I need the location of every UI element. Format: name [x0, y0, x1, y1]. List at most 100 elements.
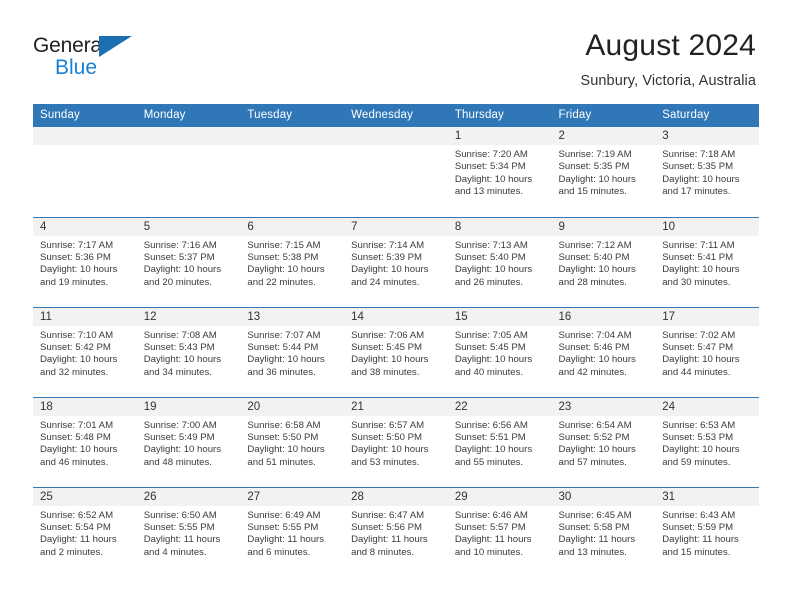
calendar-day-cell[interactable]: 31 Sunrise: 6:43 AM Sunset: 5:59 PM Dayligh…	[655, 486, 759, 577]
calendar-day-cell[interactable]: 12 Sunrise: 7:08 AM Sunset: 5:43 PM Dayligh…	[136, 306, 241, 397]
day-details: Sunrise: 6:45 AM Sunset: 5:58 PM Daylight:…	[552, 506, 656, 560]
day-details: Sunrise: 6:52 AM Sunset: 5:54 PM Daylight:…	[33, 506, 137, 560]
day-number: 23	[551, 397, 656, 416]
day-details: Sunrise: 7:07 AM Sunset: 5:44 PM Daylight:…	[240, 326, 344, 380]
day-number: 24	[655, 397, 759, 416]
day-number: 5	[136, 217, 241, 236]
calendar-day-cell[interactable]: 30 Sunrise: 6:45 AM Sunset: 5:58 PM Dayligh…	[551, 486, 656, 577]
daylight-duration: Daylight: 11 hours and 2 minutes.	[40, 534, 117, 558]
calendar-day-cell[interactable]: 28 Sunrise: 6:47 AM Sunset: 5:56 PM Dayligh…	[344, 486, 448, 577]
calendar-day-cell[interactable]: 11 Sunrise: 7:10 AM Sunset: 5:42 PM Dayligh…	[33, 306, 137, 397]
calendar-day-cell[interactable]: 29 Sunrise: 6:46 AM Sunset: 5:57 PM Dayligh…	[447, 486, 552, 577]
sunrise-time: Sunrise: 7:18 AM	[662, 149, 736, 160]
day-details: Sunrise: 7:14 AM Sunset: 5:39 PM Daylight:…	[344, 236, 448, 290]
day-number: 12	[136, 307, 241, 326]
sunset-time: Sunset: 5:59 PM	[662, 521, 734, 533]
day-details: Sunrise: 7:16 AM Sunset: 5:37 PM Daylight:…	[137, 236, 241, 290]
day-number: 28	[344, 487, 448, 506]
daylight-duration: Daylight: 10 hours and 57 minutes.	[558, 444, 636, 468]
sunset-time: Sunset: 5:45 PM	[351, 341, 423, 353]
calendar-day-cell[interactable]: 16 Sunrise: 7:04 AM Sunset: 5:46 PM Dayligh…	[551, 306, 656, 397]
sunrise-time: Sunrise: 7:08 AM	[143, 329, 217, 341]
calendar-week-row: 11 Sunrise: 7:10 AM Sunset: 5:42 PM Dayligh…	[33, 306, 759, 397]
daylight-duration: Daylight: 10 hours and 34 minutes.	[143, 354, 222, 378]
weekday-header-row: Sunday Monday Tuesday Wednesday Thursday Frid…	[33, 104, 759, 127]
sunset-time: Sunset: 5:39 PM	[351, 251, 423, 263]
calendar-day-cell[interactable]: 3 Sunrise: 7:18 AM Sunset: 5:35 PM Daylight…	[655, 127, 759, 217]
sunrise-time: Sunrise: 7:11 AM	[662, 239, 735, 251]
sunset-time: Sunset: 5:36 PM	[40, 251, 111, 263]
day-number: 18	[33, 397, 137, 416]
general-blue-logo[interactable]: General Blue	[33, 27, 143, 78]
calendar-day-cell[interactable]: 20 Sunrise: 6:58 AM Sunset: 5:50 PM Dayligh…	[240, 396, 345, 487]
day-number: 7	[344, 217, 448, 236]
sunset-time: Sunset: 5:58 PM	[558, 521, 630, 533]
sunrise-time: Sunrise: 7:20 AM	[454, 149, 528, 160]
calendar-day-cell[interactable]: 15 Sunrise: 7:05 AM Sunset: 5:45 PM Dayligh…	[447, 306, 552, 397]
calendar-day-cell[interactable]: 13 Sunrise: 7:07 AM Sunset: 5:44 PM Dayligh…	[240, 306, 345, 397]
day-number: 13	[240, 307, 345, 326]
day-details: Sunrise: 7:02 AM Sunset: 5:47 PM Daylight:…	[655, 326, 759, 380]
sunset-time: Sunset: 5:57 PM	[454, 521, 526, 533]
day-details: Sunrise: 7:06 AM Sunset: 5:45 PM Daylight:…	[344, 326, 448, 380]
day-number: 17	[655, 307, 759, 326]
sunset-time: Sunset: 5:50 PM	[351, 431, 423, 443]
calendar-day-cell[interactable]: 27 Sunrise: 6:49 AM Sunset: 5:55 PM Dayligh…	[240, 486, 345, 577]
sunset-time: Sunset: 5:35 PM	[558, 161, 630, 173]
sunset-time: Sunset: 5:56 PM	[351, 521, 423, 533]
day-number: 27	[240, 487, 345, 506]
calendar-day-cell[interactable]: 9 Sunrise: 7:12 AM Sunset: 5:40 PM Daylight…	[551, 216, 656, 307]
calendar-day-cell[interactable]: 5 Sunrise: 7:16 AM Sunset: 5:37 PM Daylight…	[136, 216, 241, 307]
day-details: Sunrise: 7:12 AM Sunset: 5:40 PM Daylight:…	[552, 236, 656, 290]
calendar-day-cell[interactable]: 1 Sunrise: 7:20 AM Sunset: 5:34 PM Daylight…	[447, 127, 552, 217]
calendar-day-cell[interactable]: 10 Sunrise: 7:11 AM Sunset: 5:41 PM Dayligh…	[655, 216, 759, 307]
daylight-duration: Daylight: 11 hours and 8 minutes.	[351, 534, 428, 558]
sunset-time: Sunset: 5:40 PM	[454, 251, 526, 263]
daylight-duration: Daylight: 10 hours and 15 minutes.	[558, 173, 636, 198]
sunset-time: Sunset: 5:55 PM	[143, 521, 215, 533]
day-number: 25	[33, 487, 137, 506]
calendar-day-cell[interactable]: 21 Sunrise: 6:57 AM Sunset: 5:50 PM Dayligh…	[344, 396, 448, 487]
calendar-day-cell[interactable]: 19 Sunrise: 7:00 AM Sunset: 5:49 PM Dayligh…	[136, 396, 241, 487]
daylight-duration: Daylight: 10 hours and 26 minutes.	[454, 264, 533, 288]
calendar-day-cell[interactable]: 7 Sunrise: 7:14 AM Sunset: 5:39 PM Daylight…	[344, 216, 448, 307]
day-details: Sunrise: 7:19 AM Sunset: 5:35 PM Daylight:…	[552, 145, 656, 199]
day-number: 16	[551, 307, 656, 326]
day-details: Sunrise: 7:00 AM Sunset: 5:49 PM Daylight:…	[137, 416, 241, 470]
page-title: August 2024	[585, 29, 756, 62]
day-number-band	[344, 127, 448, 145]
calendar-week-row: 1 Sunrise: 7:20 AM Sunset: 5:34 PM Daylight…	[33, 127, 759, 217]
day-number: 19	[136, 397, 241, 416]
daylight-duration: Daylight: 10 hours and 59 minutes.	[662, 444, 740, 468]
calendar-day-cell[interactable]: 6 Sunrise: 7:15 AM Sunset: 5:38 PM Daylight…	[240, 216, 345, 307]
weekday-header-sunday: Sunday	[33, 104, 137, 127]
sunrise-time: Sunrise: 7:17 AM	[40, 239, 114, 251]
calendar-day-cell[interactable]: 24 Sunrise: 6:53 AM Sunset: 5:53 PM Dayligh…	[655, 396, 759, 487]
calendar-cell-empty	[136, 127, 241, 217]
calendar-day-cell[interactable]: 8 Sunrise: 7:13 AM Sunset: 5:40 PM Daylight…	[447, 216, 552, 307]
day-details: Sunrise: 7:11 AM Sunset: 5:41 PM Daylight:…	[655, 236, 759, 290]
calendar-day-cell[interactable]: 4 Sunrise: 7:17 AM Sunset: 5:36 PM Daylight…	[33, 216, 137, 307]
calendar-day-cell[interactable]: 14 Sunrise: 7:06 AM Sunset: 5:45 PM Dayligh…	[344, 306, 448, 397]
day-number: 2	[551, 127, 656, 145]
calendar-day-cell[interactable]: 2 Sunrise: 7:19 AM Sunset: 5:35 PM Daylight…	[551, 127, 656, 217]
calendar-day-cell[interactable]: 22 Sunrise: 6:56 AM Sunset: 5:51 PM Dayligh…	[447, 396, 552, 487]
calendar-day-cell[interactable]: 26 Sunrise: 6:50 AM Sunset: 5:55 PM Dayligh…	[136, 486, 241, 577]
sunset-time: Sunset: 5:47 PM	[662, 341, 734, 353]
calendar-day-cell[interactable]: 17 Sunrise: 7:02 AM Sunset: 5:47 PM Dayligh…	[655, 306, 759, 397]
daylight-duration: Daylight: 10 hours and 44 minutes.	[662, 354, 740, 378]
calendar-day-cell[interactable]: 23 Sunrise: 6:54 AM Sunset: 5:52 PM Dayligh…	[551, 396, 656, 487]
day-number: 1	[447, 127, 552, 145]
calendar-day-cell[interactable]: 25 Sunrise: 6:52 AM Sunset: 5:54 PM Dayligh…	[33, 486, 137, 577]
day-number: 29	[447, 487, 552, 506]
day-details: Sunrise: 7:17 AM Sunset: 5:36 PM Daylight:…	[33, 236, 137, 290]
sunrise-time: Sunrise: 7:12 AM	[558, 239, 632, 251]
sunset-time: Sunset: 5:54 PM	[40, 521, 111, 533]
sunset-time: Sunset: 5:35 PM	[662, 161, 734, 173]
daylight-duration: Daylight: 10 hours and 22 minutes.	[247, 264, 325, 288]
sunrise-time: Sunrise: 7:07 AM	[247, 329, 321, 341]
sunset-time: Sunset: 5:51 PM	[454, 431, 526, 443]
day-details: Sunrise: 6:54 AM Sunset: 5:52 PM Daylight:…	[552, 416, 656, 470]
sunset-time: Sunset: 5:42 PM	[40, 341, 111, 353]
calendar-day-cell[interactable]: 18 Sunrise: 7:01 AM Sunset: 5:48 PM Dayligh…	[33, 396, 137, 487]
